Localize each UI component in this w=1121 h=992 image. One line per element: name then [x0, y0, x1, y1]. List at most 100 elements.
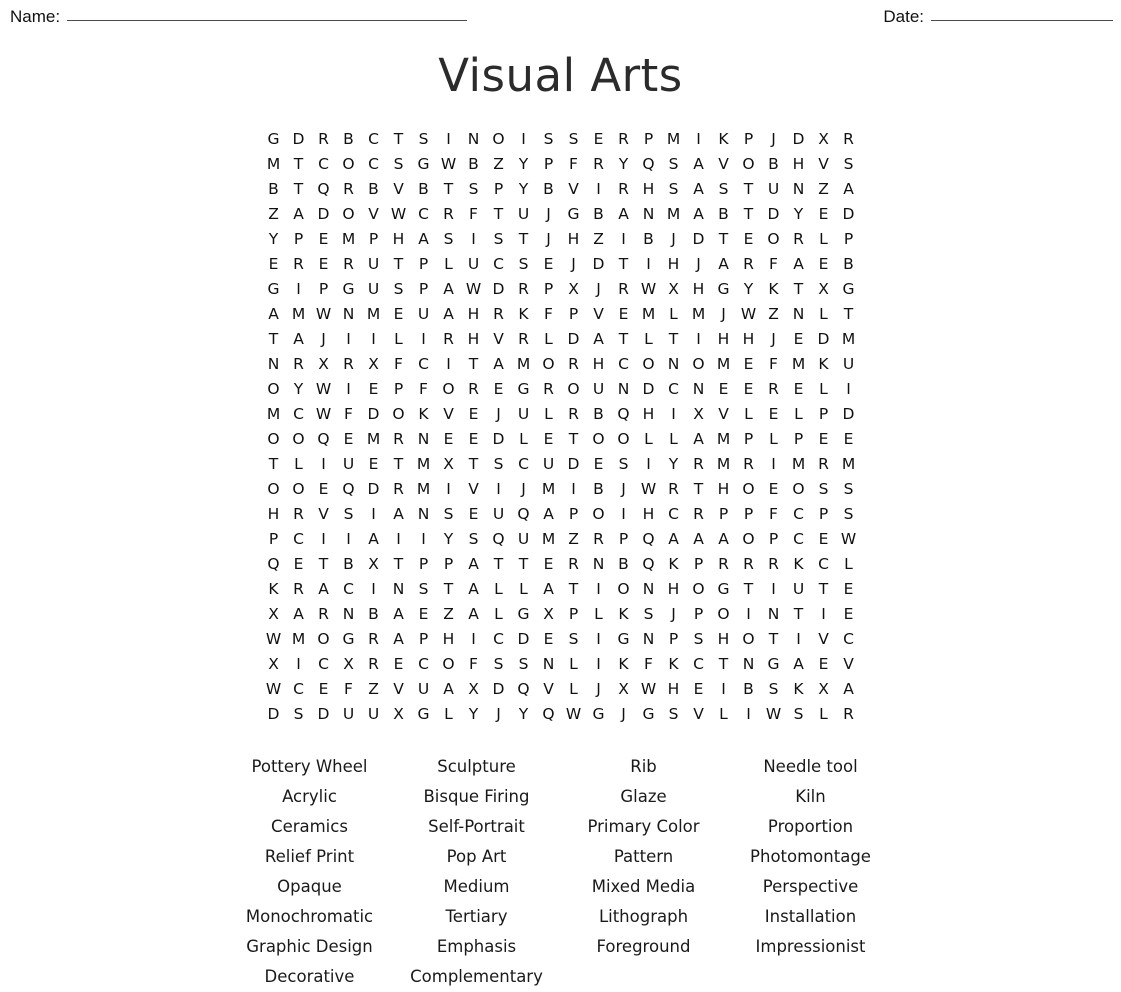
grid-letter[interactable]: T [386, 127, 411, 152]
grid-letter[interactable]: L [636, 327, 661, 352]
grid-letter[interactable]: V [561, 177, 586, 202]
word-list-item[interactable]: Decorative [226, 962, 393, 992]
grid-letter[interactable]: L [386, 327, 411, 352]
grid-letter[interactable]: T [511, 552, 536, 577]
grid-letter[interactable]: V [461, 477, 486, 502]
grid-letter[interactable]: W [561, 702, 586, 727]
grid-letter[interactable]: C [411, 202, 436, 227]
grid-letter[interactable]: S [436, 502, 461, 527]
grid-letter[interactable]: V [711, 152, 736, 177]
grid-letter[interactable]: A [461, 577, 486, 602]
grid-letter[interactable]: O [486, 127, 511, 152]
grid-letter[interactable]: S [411, 577, 436, 602]
grid-letter[interactable]: I [411, 527, 436, 552]
grid-letter[interactable]: V [386, 677, 411, 702]
word-list-item[interactable]: Bisque Firing [393, 782, 560, 812]
grid-letter[interactable]: P [386, 377, 411, 402]
grid-letter[interactable]: F [461, 652, 486, 677]
grid-letter[interactable]: L [761, 427, 786, 452]
grid-letter[interactable]: E [461, 502, 486, 527]
grid-letter[interactable]: C [836, 627, 861, 652]
grid-letter[interactable]: D [486, 277, 511, 302]
grid-letter[interactable]: E [311, 252, 336, 277]
grid-letter[interactable]: A [686, 152, 711, 177]
grid-letter[interactable]: P [736, 502, 761, 527]
grid-letter[interactable]: E [786, 377, 811, 402]
grid-letter[interactable]: U [461, 252, 486, 277]
grid-letter[interactable]: R [586, 527, 611, 552]
grid-letter[interactable]: T [736, 577, 761, 602]
grid-letter[interactable]: E [736, 377, 761, 402]
grid-letter[interactable]: Z [486, 152, 511, 177]
grid-letter[interactable]: J [661, 602, 686, 627]
grid-letter[interactable]: A [686, 427, 711, 452]
grid-letter[interactable]: L [661, 427, 686, 452]
grid-letter[interactable]: F [636, 652, 661, 677]
grid-letter[interactable]: R [736, 452, 761, 477]
grid-letter[interactable]: S [686, 627, 711, 652]
grid-letter[interactable]: O [711, 602, 736, 627]
grid-letter[interactable]: T [386, 252, 411, 277]
grid-letter[interactable]: A [661, 527, 686, 552]
grid-letter[interactable]: E [811, 252, 836, 277]
grid-letter[interactable]: D [836, 402, 861, 427]
grid-letter[interactable]: Y [511, 152, 536, 177]
grid-letter[interactable]: N [461, 127, 486, 152]
grid-letter[interactable]: R [336, 252, 361, 277]
grid-letter[interactable]: R [386, 427, 411, 452]
grid-letter[interactable]: J [536, 202, 561, 227]
grid-letter[interactable]: A [686, 527, 711, 552]
grid-letter[interactable]: W [636, 277, 661, 302]
grid-letter[interactable]: V [486, 327, 511, 352]
grid-letter[interactable]: U [486, 502, 511, 527]
grid-letter[interactable]: I [361, 502, 386, 527]
grid-letter[interactable]: H [636, 177, 661, 202]
grid-letter[interactable]: D [286, 127, 311, 152]
grid-letter[interactable]: R [811, 452, 836, 477]
grid-letter[interactable]: Z [586, 227, 611, 252]
grid-letter[interactable]: O [561, 377, 586, 402]
grid-letter[interactable]: A [436, 302, 461, 327]
grid-letter[interactable]: S [336, 502, 361, 527]
grid-letter[interactable]: P [686, 552, 711, 577]
grid-letter[interactable]: B [611, 552, 636, 577]
grid-letter[interactable]: Y [511, 177, 536, 202]
grid-letter[interactable]: E [536, 427, 561, 452]
grid-letter[interactable]: M [511, 352, 536, 377]
grid-letter[interactable]: I [436, 352, 461, 377]
grid-letter[interactable]: R [836, 127, 861, 152]
grid-letter[interactable]: C [486, 627, 511, 652]
grid-letter[interactable]: P [561, 502, 586, 527]
grid-letter[interactable]: E [286, 552, 311, 577]
word-list-item[interactable]: Complementary [393, 962, 560, 992]
grid-letter[interactable]: G [511, 377, 536, 402]
grid-letter[interactable]: R [286, 502, 311, 527]
grid-letter[interactable]: H [386, 227, 411, 252]
grid-letter[interactable]: O [636, 352, 661, 377]
grid-letter[interactable]: X [561, 277, 586, 302]
grid-letter[interactable]: P [811, 402, 836, 427]
grid-letter[interactable]: S [411, 127, 436, 152]
grid-letter[interactable]: S [486, 227, 511, 252]
grid-letter[interactable]: A [461, 552, 486, 577]
grid-letter[interactable]: V [836, 652, 861, 677]
grid-letter[interactable]: X [661, 277, 686, 302]
grid-letter[interactable]: H [586, 352, 611, 377]
grid-letter[interactable]: E [836, 427, 861, 452]
grid-letter[interactable]: O [686, 577, 711, 602]
grid-letter[interactable]: X [811, 277, 836, 302]
grid-letter[interactable]: V [311, 502, 336, 527]
grid-letter[interactable]: P [736, 127, 761, 152]
grid-letter[interactable]: E [811, 652, 836, 677]
grid-letter[interactable]: A [711, 252, 736, 277]
grid-letter[interactable]: U [511, 527, 536, 552]
grid-letter[interactable]: R [761, 552, 786, 577]
grid-letter[interactable]: U [786, 577, 811, 602]
grid-letter[interactable]: D [311, 202, 336, 227]
grid-letter[interactable]: Y [611, 152, 636, 177]
grid-letter[interactable]: N [686, 377, 711, 402]
grid-letter[interactable]: W [761, 702, 786, 727]
grid-letter[interactable]: L [811, 302, 836, 327]
grid-letter[interactable]: F [761, 502, 786, 527]
grid-letter[interactable]: B [261, 177, 286, 202]
